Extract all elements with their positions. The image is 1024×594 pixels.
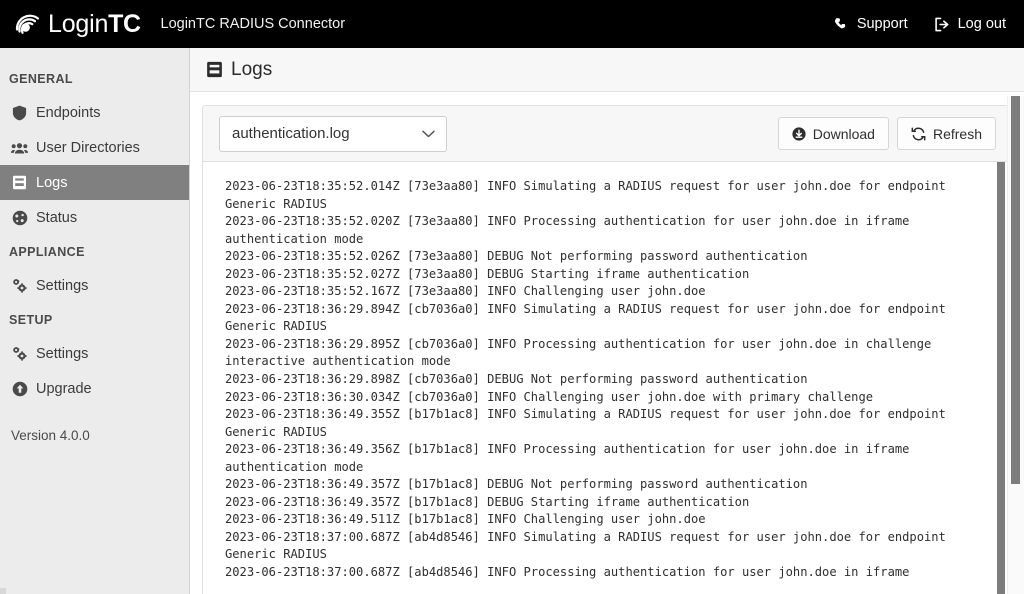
sidebar-item-label: Settings <box>36 277 89 294</box>
sidebar-item-logs[interactable]: Logs <box>0 165 189 200</box>
page-scrollbar-thumb[interactable] <box>1011 96 1020 485</box>
log-output-text: 2023-06-23T18:35:52.014Z [73e3aa80] INFO… <box>225 179 946 580</box>
page-header: Logs <box>190 48 1024 92</box>
sidebar-item-label: Settings <box>36 345 89 362</box>
download-button[interactable]: Download <box>777 117 889 150</box>
sidebar-item-user-directories[interactable]: User Directories <box>0 130 189 165</box>
refresh-icon <box>911 127 926 141</box>
sidebar-item-upgrade[interactable]: Upgrade <box>0 371 189 406</box>
log-scrollbar[interactable] <box>997 162 1005 594</box>
sidebar-item-label: Logs <box>36 174 68 191</box>
book-icon <box>205 61 223 79</box>
gears-icon <box>11 277 28 294</box>
upgrade-arrow-icon <box>11 380 28 397</box>
sidebar-item-label: User Directories <box>36 139 140 156</box>
brand-wordmark: LoginTC <box>48 9 141 38</box>
body-row: GENERAL Endpoints User Directories Logs … <box>0 48 1024 594</box>
app-root: LoginTC LoginTC RADIUS Connector Support <box>0 0 1024 594</box>
logout-link[interactable]: Log out <box>934 16 1006 32</box>
sidebar-section-appliance: APPLIANCE <box>9 245 85 259</box>
topbar-actions: Support Log out <box>834 16 1006 32</box>
logintc-swirl-icon <box>14 11 41 38</box>
sidebar-section-general: GENERAL <box>9 72 73 86</box>
brand-logo[interactable]: LoginTC <box>14 11 141 38</box>
download-circle-icon <box>792 126 806 141</box>
sidebar-corner-tick <box>0 588 6 594</box>
sidebar-version-label: Version 4.0.0 <box>11 428 90 443</box>
sidebar-section-setup: SETUP <box>9 313 53 327</box>
log-file-select-wrapper: authentication.log <box>219 115 447 152</box>
refresh-button[interactable]: Refresh <box>896 117 996 150</box>
support-link[interactable]: Support <box>834 16 908 32</box>
log-output-area: 2023-06-23T18:35:52.014Z [73e3aa80] INFO… <box>203 162 1011 594</box>
sidebar: GENERAL Endpoints User Directories Logs … <box>0 48 190 594</box>
users-icon <box>11 139 28 156</box>
logout-label: Log out <box>957 16 1006 32</box>
main-content: Logs authentication.log Download Refresh… <box>190 48 1024 594</box>
page-scrollbar[interactable] <box>1007 96 1024 594</box>
panel-wrapper: authentication.log Download Refresh 2023… <box>190 92 1024 594</box>
sidebar-item-label: Status <box>36 209 78 226</box>
sidebar-item-label: Upgrade <box>36 380 92 397</box>
logs-panel: authentication.log Download Refresh 2023… <box>202 105 1012 594</box>
phone-icon <box>834 17 849 32</box>
sidebar-item-endpoints[interactable]: Endpoints <box>0 95 189 130</box>
logs-toolbar: authentication.log Download Refresh <box>203 106 1011 162</box>
page-title: Logs <box>231 58 273 80</box>
book-icon <box>11 174 28 191</box>
gears-icon <box>11 345 28 362</box>
support-label: Support <box>856 16 908 32</box>
shield-icon <box>11 104 28 121</box>
sidebar-item-status[interactable]: Status <box>0 200 189 235</box>
sidebar-item-label: Endpoints <box>36 104 101 121</box>
top-navbar: LoginTC LoginTC RADIUS Connector Support <box>0 0 1024 48</box>
app-title: LoginTC RADIUS Connector <box>160 16 346 32</box>
log-file-select[interactable]: authentication.log <box>219 115 447 152</box>
gauge-icon <box>11 209 28 226</box>
logout-icon <box>934 17 950 32</box>
refresh-label: Refresh <box>932 125 982 142</box>
sidebar-item-appliance-settings[interactable]: Settings <box>0 268 189 303</box>
sidebar-item-setup-settings[interactable]: Settings <box>0 336 189 371</box>
toolbar-actions: Download Refresh <box>777 117 996 150</box>
download-label: Download <box>812 125 875 142</box>
page-scrollbar-track[interactable] <box>1011 96 1020 594</box>
log-scrollbar-thumb[interactable] <box>997 162 1005 594</box>
